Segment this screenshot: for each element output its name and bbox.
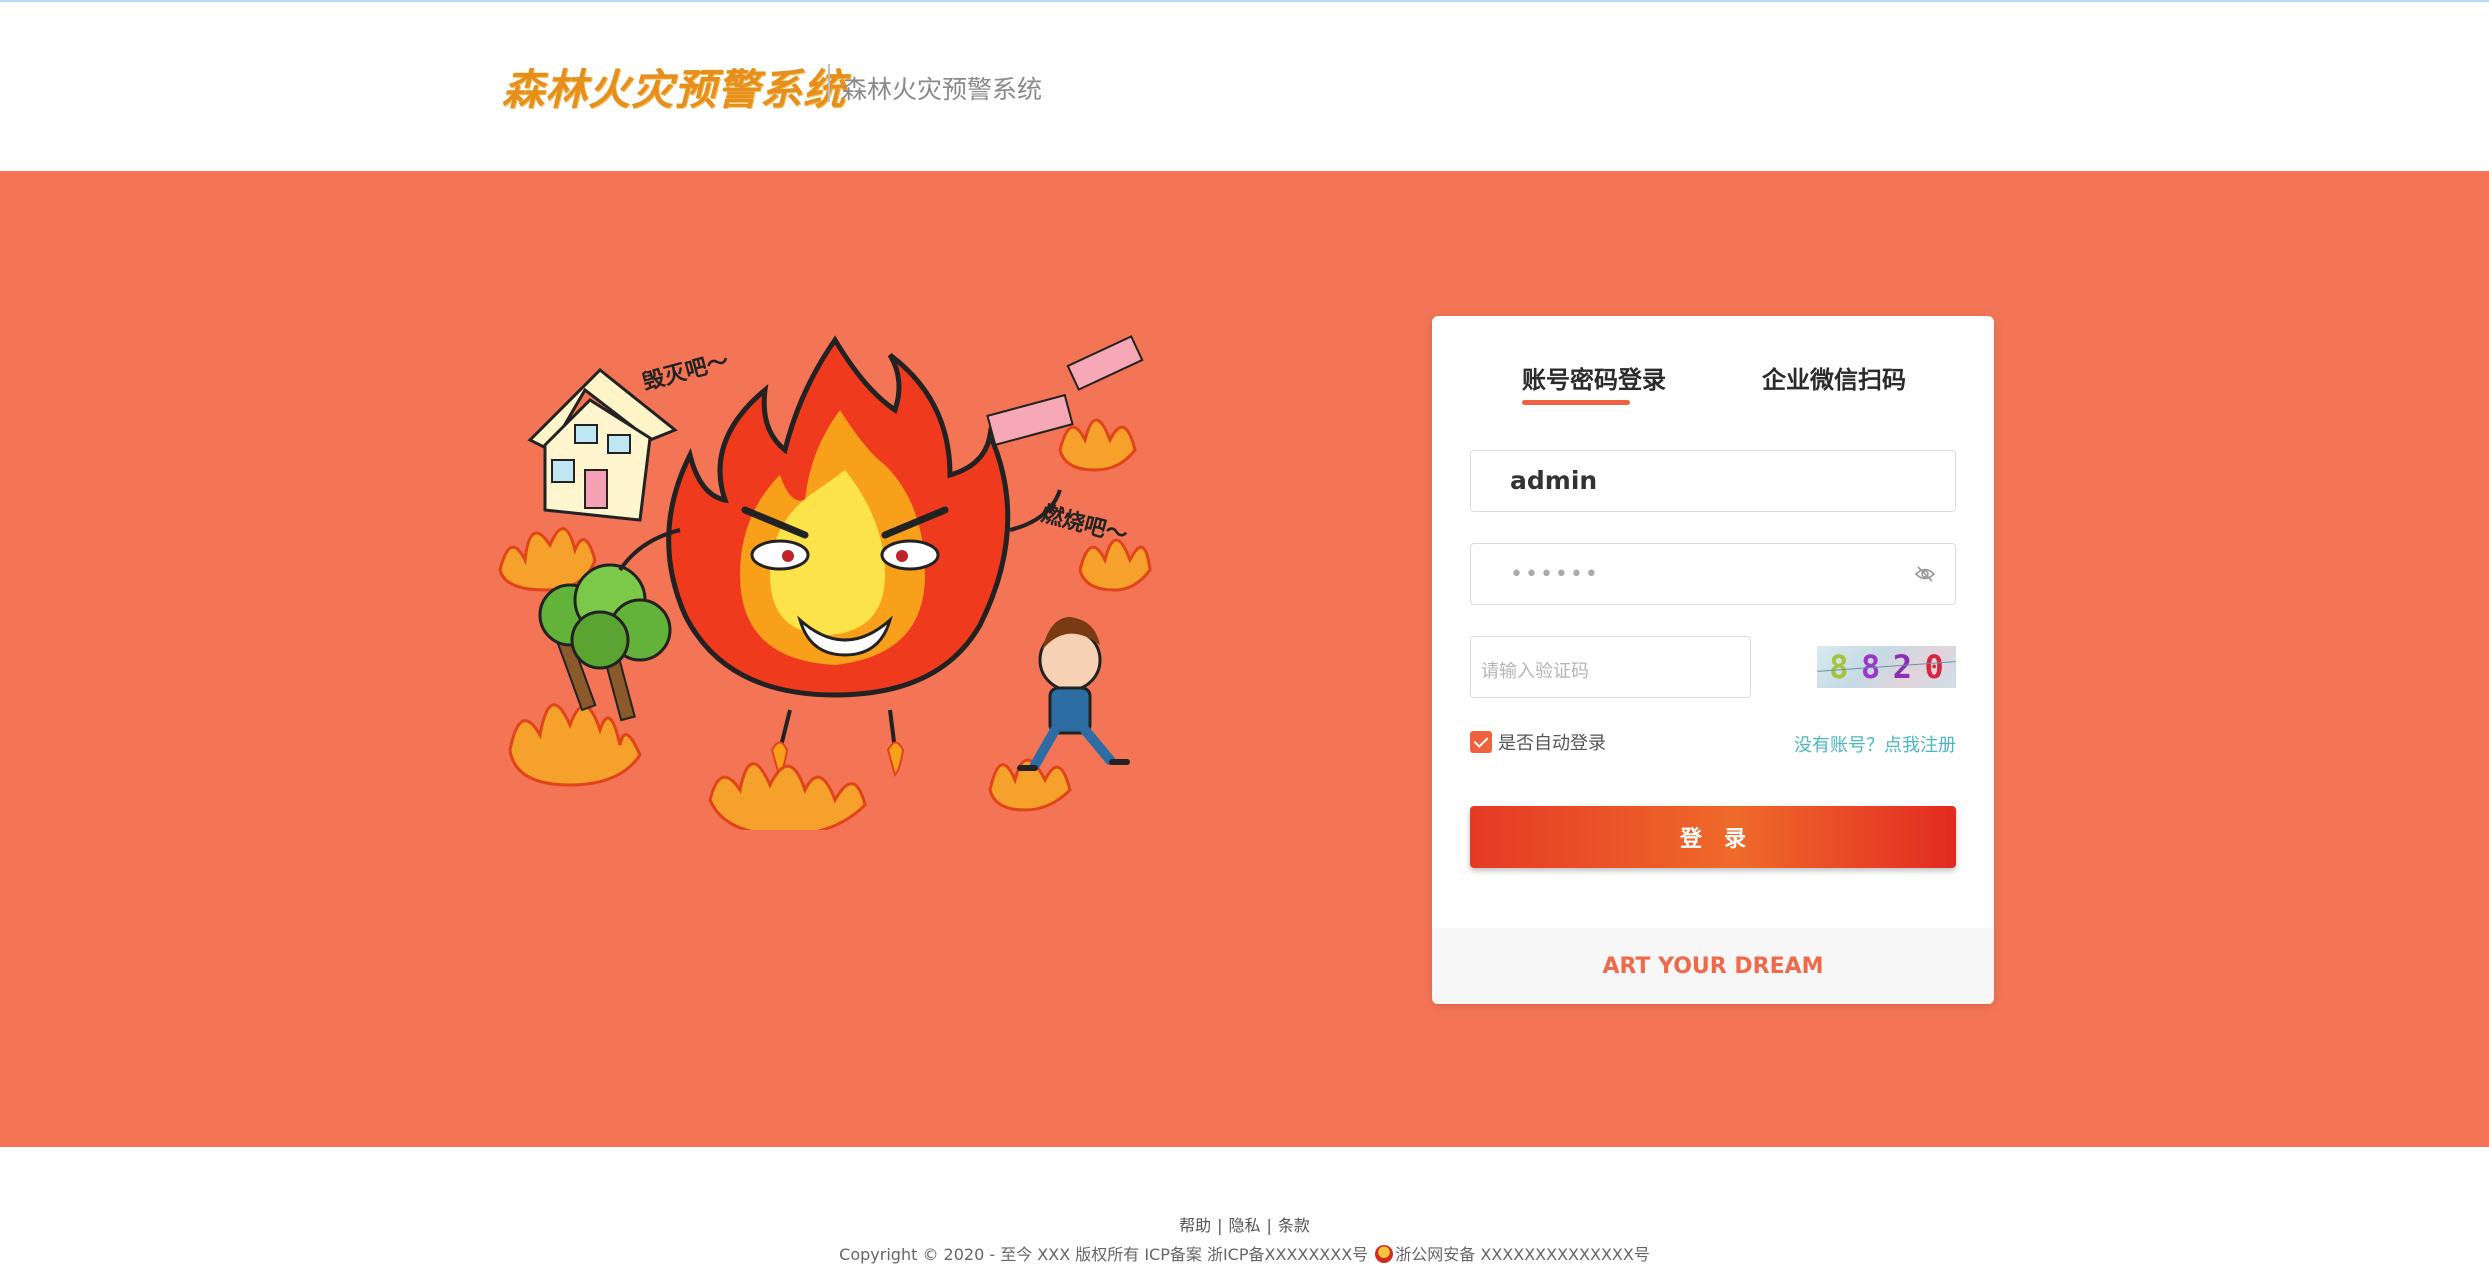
password-input[interactable]: •••••• [1470,543,1956,605]
tab-wechat-scan[interactable]: 企业微信扫码 [1762,360,1906,395]
password-value: •••••• [1510,562,1600,587]
tab-password-login[interactable]: 账号密码登录 [1522,360,1666,395]
police-badge-icon [1375,1245,1394,1263]
footer-separator: | [1217,1216,1223,1235]
login-card: 账号密码登录 企业微信扫码 admin •••••• 请输入验证码 8 8 2 … [1432,316,1994,1004]
eye-hidden-icon[interactable] [1913,562,1937,586]
logo-divider [828,64,830,102]
active-tab-indicator [1522,400,1630,405]
flames-right [1058,418,1152,592]
footer-separator: | [1266,1216,1272,1235]
username-input[interactable]: admin [1470,450,1956,512]
footer-links: 帮助 | 隐私 | 条款 [0,1212,2489,1236]
header-subtitle: 森林火灾预警系统 [842,75,1043,104]
captcha-char: 2 [1892,648,1912,686]
auto-login-checkbox[interactable] [1470,731,1492,753]
caption-right: 燃烧吧～ [1038,501,1130,549]
header: 森林火灾预警系统 森林火灾预警系统 [0,2,2489,171]
username-value: admin [1510,466,1598,495]
captcha-image[interactable]: 8 8 2 0 [1817,646,1956,688]
captcha-char: 0 [1924,648,1944,686]
police-record-text[interactable]: 浙公网安备 XXXXXXXXXXXXXX号 [1395,1245,1650,1264]
auto-login-option[interactable]: 是否自动登录 [1470,729,1606,755]
captcha-input[interactable]: 请输入验证码 [1470,636,1751,698]
fire-character [618,335,1062,777]
footer-link-privacy[interactable]: 隐私 [1228,1216,1260,1235]
hero-band [0,171,2489,1147]
fire-mascot-illustration: 毁灭吧～ 燃烧吧～ [498,335,1152,830]
flames-bottom [708,758,1072,830]
captcha-char: 8 [1829,648,1849,686]
register-link[interactable]: 没有账号？点我注册 [1794,731,1956,757]
captcha-placeholder: 请输入验证码 [1481,661,1589,682]
tree-icon [538,563,672,722]
auto-login-label: 是否自动登录 [1498,733,1606,754]
copyright-text[interactable]: Copyright © 2020 - 至今 XXX 版权所有 ICP备案 浙IC… [839,1245,1368,1264]
logo[interactable]: 森林火灾预警系统 [502,56,846,117]
card-slogan: ART YOUR DREAM [1432,928,1994,1004]
crying-boy-icon [1017,617,1130,771]
caption-top: 毁灭吧～ [640,349,731,396]
footer-link-help[interactable]: 帮助 [1179,1216,1211,1235]
copyright: Copyright © 2020 - 至今 XXX 版权所有 ICP备案 浙IC… [0,1241,2489,1265]
login-button[interactable]: 登录 [1470,806,1956,868]
footer-link-terms[interactable]: 条款 [1278,1216,1310,1235]
